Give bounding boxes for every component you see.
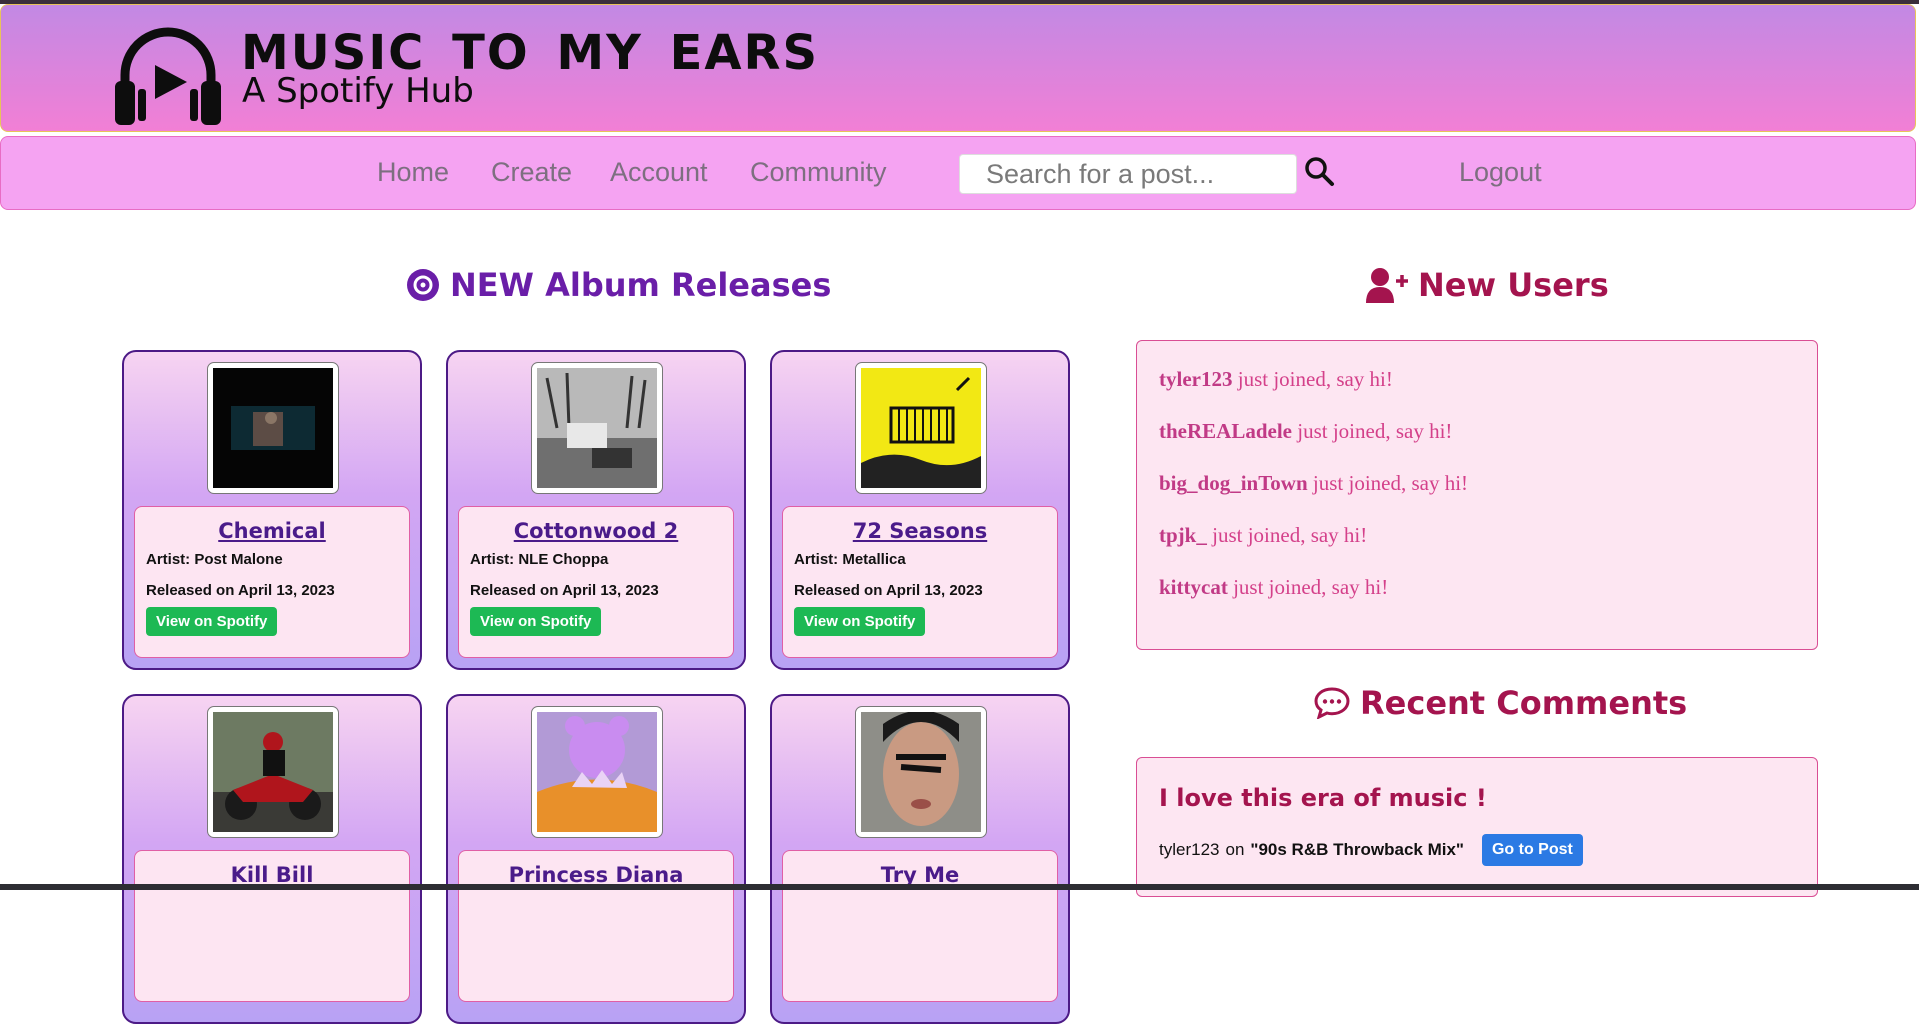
album-info: Cottonwood 2 Artist: NLE Choppa Released…	[458, 506, 734, 658]
album-artist: Artist: NLE Choppa	[470, 551, 609, 568]
album-artist: Artist: Metallica	[794, 551, 906, 568]
albums-section-title: NEW Album Releases	[406, 266, 831, 304]
album-card: 72 Seasons Artist: Metallica Released on…	[770, 350, 1070, 670]
album-release-date: Released on April 13, 2023	[146, 582, 335, 599]
album-info: Kill Bill	[134, 850, 410, 1002]
join-message: just joined, say hi!	[1312, 471, 1469, 495]
search-input[interactable]	[959, 154, 1297, 194]
comment-post-title: "90s R&B Throwback Mix"	[1250, 840, 1464, 859]
view-on-spotify-button[interactable]: View on Spotify	[794, 607, 926, 636]
username-link[interactable]: tpjk_	[1159, 523, 1207, 547]
username-link[interactable]: kittycat	[1159, 575, 1228, 599]
album-info: Princess Diana	[458, 850, 734, 1002]
nav-account[interactable]: Account	[610, 157, 708, 188]
list-item: kittycat just joined, say hi!	[1159, 575, 1795, 600]
album-title-link[interactable]: 72 Seasons	[794, 519, 1046, 543]
album-card: Princess Diana	[446, 694, 746, 1024]
album-card: Cottonwood 2 Artist: NLE Choppa Released…	[446, 350, 746, 670]
view-on-spotify-button[interactable]: View on Spotify	[470, 607, 602, 636]
albums-title-text: NEW Album Releases	[450, 266, 832, 304]
comment-card: I love this era of music ! tyler123 on "…	[1136, 757, 1818, 897]
album-card: Kill Bill	[122, 694, 422, 1024]
album-info: Try Me	[782, 850, 1058, 1002]
album-cover[interactable]	[531, 706, 663, 838]
main-nav: Home Create Account Community Logout	[0, 136, 1916, 210]
users-title-text: New Users	[1418, 266, 1609, 304]
browser-bottom-bar	[0, 884, 1919, 890]
username-link[interactable]: tyler123	[1159, 367, 1232, 391]
new-users-list: tyler123 just joined, say hi! theREALade…	[1136, 340, 1818, 650]
album-release-date: Released on April 13, 2023	[794, 582, 983, 599]
album-card: Chemical Artist: Post Malone Released on…	[122, 350, 422, 670]
album-cover[interactable]	[207, 362, 339, 494]
list-item: tyler123 just joined, say hi!	[1159, 367, 1795, 392]
list-item: tpjk_ just joined, say hi!	[1159, 523, 1795, 548]
username-link[interactable]: big_dog_inTown	[1159, 471, 1308, 495]
comment-dots-icon	[1314, 687, 1350, 719]
nav-community[interactable]: Community	[750, 157, 887, 188]
list-item: big_dog_inTown just joined, say hi!	[1159, 471, 1795, 496]
nav-home[interactable]: Home	[377, 157, 449, 188]
comment-text: I love this era of music !	[1159, 784, 1487, 812]
album-card: Try Me	[770, 694, 1070, 1024]
comments-title-text: Recent Comments	[1360, 684, 1688, 722]
album-cover[interactable]	[531, 362, 663, 494]
go-to-post-button[interactable]: Go to Post	[1481, 834, 1583, 866]
search-icon[interactable]	[1303, 155, 1337, 189]
site-header: MUSIC TO MY EARS A Spotify Hub	[0, 4, 1916, 132]
comment-meta: tyler123 on "90s R&B Throwback Mix" Go t…	[1159, 834, 1795, 866]
album-release-date: Released on April 13, 2023	[470, 582, 659, 599]
comment-author: tyler123	[1159, 840, 1220, 859]
join-message: just joined, say hi!	[1212, 523, 1368, 547]
album-cover[interactable]	[855, 362, 987, 494]
join-message: just joined, say hi!	[1237, 367, 1393, 391]
comments-section-title: Recent Comments	[1314, 684, 1687, 722]
nav-logout[interactable]: Logout	[1459, 157, 1542, 188]
username-link[interactable]: theREALadele	[1159, 419, 1292, 443]
album-cover[interactable]	[855, 706, 987, 838]
headphones-play-icon	[115, 27, 221, 125]
users-section-title: New Users	[1366, 266, 1609, 304]
album-info: 72 Seasons Artist: Metallica Released on…	[782, 506, 1058, 658]
nav-create[interactable]: Create	[491, 157, 572, 188]
album-title-link[interactable]: Chemical	[146, 519, 398, 543]
album-title-link[interactable]: Cottonwood 2	[470, 519, 722, 543]
join-message: just joined, say hi!	[1233, 575, 1389, 599]
album-artist: Artist: Post Malone	[146, 551, 283, 568]
join-message: just joined, say hi!	[1297, 419, 1453, 443]
site-subtitle: A Spotify Hub	[242, 71, 474, 111]
comment-on-label: on	[1225, 840, 1245, 859]
user-plus-icon	[1366, 268, 1408, 303]
vinyl-disc-icon	[407, 269, 439, 301]
album-info: Chemical Artist: Post Malone Released on…	[134, 506, 410, 658]
list-item: theREALadele just joined, say hi!	[1159, 419, 1795, 444]
view-on-spotify-button[interactable]: View on Spotify	[146, 607, 278, 636]
album-cover[interactable]	[207, 706, 339, 838]
